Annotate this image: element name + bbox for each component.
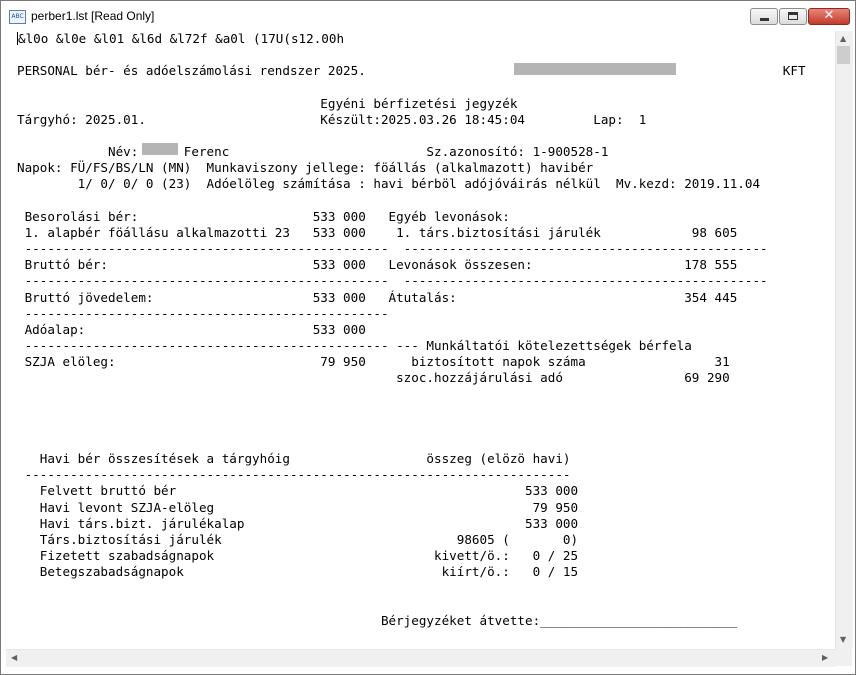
app-window: ABC perber1.lst [Read Only] ✕ &l0o &l0e …: [0, 0, 856, 675]
redacted-surname: [142, 143, 178, 155]
text-file-icon: ABC: [9, 10, 26, 24]
close-button[interactable]: ✕: [808, 8, 850, 25]
scroll-up-icon[interactable]: ▲: [840, 34, 846, 44]
size-grip: [835, 649, 852, 666]
window-title: perber1.lst [Read Only]: [31, 9, 155, 23]
scroll-right-icon[interactable]: ▶: [822, 653, 828, 663]
document-viewport[interactable]: &l0o &l0e &l01 &l6d &l72f &a0l (17U(s12.…: [6, 31, 835, 649]
horizontal-scrollbar[interactable]: ◀ ▶: [6, 649, 835, 667]
title-bar[interactable]: ABC perber1.lst [Read Only] ✕: [1, 1, 855, 31]
vertical-scroll-thumb[interactable]: [837, 46, 850, 64]
maximize-icon: [788, 12, 798, 20]
vertical-scrollbar[interactable]: ▲ ▼: [835, 31, 853, 649]
payslip-listing: &l0o &l0e &l01 &l6d &l72f &a0l (17U(s12.…: [17, 31, 806, 628]
printer-escape-line: &l0o &l0e &l01 &l6d &l72f &a0l (17U(s12.…: [18, 31, 345, 46]
close-icon: ✕: [823, 8, 835, 23]
scroll-down-icon[interactable]: ▼: [840, 635, 846, 645]
scroll-left-icon[interactable]: ◀: [11, 653, 17, 663]
maximize-button[interactable]: [779, 8, 807, 25]
minimize-button[interactable]: [750, 8, 778, 25]
minimize-icon: [760, 18, 769, 21]
redacted-company-name: [514, 63, 676, 75]
